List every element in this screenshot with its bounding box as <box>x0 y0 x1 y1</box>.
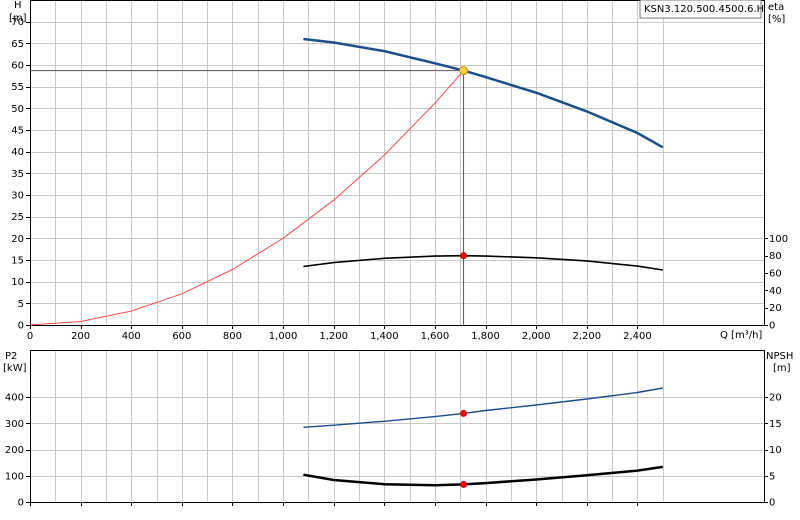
duty-point-marker <box>460 409 468 417</box>
left-tick-label: 20 <box>11 234 24 245</box>
x-tick-label: 1,000 <box>269 331 298 342</box>
right-tick-label: 100 <box>769 234 788 245</box>
npsh-axis-label: NPSH <box>766 351 793 362</box>
x-tick-label: 0 <box>27 331 33 342</box>
x-tick-label: 1,200 <box>319 331 348 342</box>
right-tick-label: 80 <box>769 251 782 262</box>
left-tick-label: 40 <box>11 147 24 158</box>
left-tick-label: 15 <box>11 256 24 267</box>
left-tick-label: 65 <box>11 39 24 50</box>
right-tick-label: 5 <box>769 471 775 482</box>
duty-point-marker <box>459 66 469 76</box>
pump-performance-chart: 0510152025303540455055606570020406080100… <box>3 0 793 509</box>
head-axis-label: H <box>14 0 22 11</box>
left-tick-label: 400 <box>5 393 24 404</box>
bottom-plot-grid <box>30 350 765 503</box>
duty-point-marker <box>460 252 468 260</box>
plot-frame <box>30 350 765 503</box>
head-axis-unit: [m] <box>9 13 27 24</box>
x-tick-label: 800 <box>223 331 242 342</box>
duty-point-marker <box>460 480 468 488</box>
left-tick-label: 0 <box>18 498 24 509</box>
left-tick-label: 25 <box>11 212 24 223</box>
x-tick-label: 2,000 <box>522 331 551 342</box>
power-axis-label: P2 <box>5 351 17 362</box>
right-tick-label: 20 <box>769 393 782 404</box>
x-tick-label: 1,600 <box>421 331 450 342</box>
flow-axis-label: Q [m³/h] <box>720 330 762 341</box>
right-tick-label: 0 <box>769 321 775 332</box>
left-tick-label: 60 <box>11 61 24 72</box>
curve-series-2 <box>303 254 663 271</box>
right-tick-label: 15 <box>769 419 782 430</box>
left-tick-label: 0 <box>18 321 24 332</box>
power-axis-unit: [kW] <box>3 363 27 374</box>
npsh-axis-unit: [m] <box>773 363 791 374</box>
right-tick-label: 60 <box>769 269 782 280</box>
x-tick-label: 1,400 <box>370 331 399 342</box>
left-tick-label: 50 <box>11 104 24 115</box>
curve-series-0 <box>303 387 663 428</box>
right-tick-label: 10 <box>769 445 782 456</box>
right-tick-label: 20 <box>769 303 782 314</box>
curve-series-0 <box>303 37 664 149</box>
x-tick-label: 1,800 <box>471 331 500 342</box>
bottom-plot-series <box>303 387 663 488</box>
left-tick-label: 200 <box>5 445 24 456</box>
right-tick-label: 40 <box>769 286 782 297</box>
left-tick-label: 55 <box>11 82 24 93</box>
right-tick-label: 0 <box>769 498 775 509</box>
left-tick-label: 45 <box>11 126 24 137</box>
eta-axis-label: eta <box>768 2 784 13</box>
plot-frame <box>30 0 765 326</box>
left-tick-label: 10 <box>11 277 24 288</box>
x-tick-label: 400 <box>122 331 141 342</box>
left-tick-label: 5 <box>18 299 24 310</box>
left-tick-label: 100 <box>5 471 24 482</box>
x-tick-label: 2,400 <box>623 331 652 342</box>
top-plot-grid <box>30 0 765 326</box>
left-tick-label: 35 <box>11 169 24 180</box>
left-tick-label: 300 <box>5 419 24 430</box>
x-tick-label: 200 <box>71 331 90 342</box>
left-tick-label: 30 <box>11 191 24 202</box>
chart-title: KSN3.120.500.4500.6.H <box>644 4 764 15</box>
x-tick-label: 600 <box>172 331 191 342</box>
eta-axis-unit: [%] <box>768 14 785 25</box>
x-tick-label: 2,200 <box>573 331 602 342</box>
